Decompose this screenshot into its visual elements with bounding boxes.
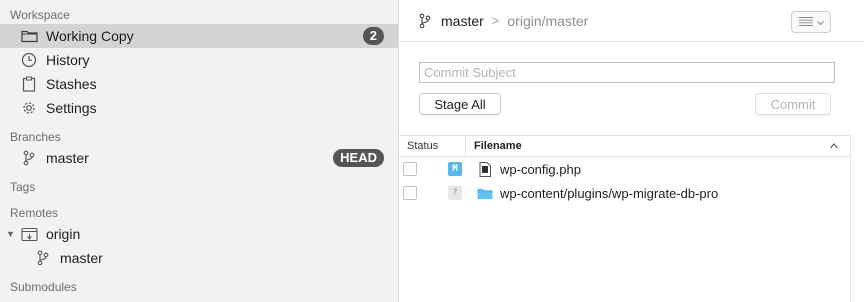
branch-icon xyxy=(20,149,38,167)
branch-icon xyxy=(419,13,433,29)
table-edge xyxy=(850,135,851,302)
folder-icon xyxy=(477,185,493,201)
current-branch[interactable]: master xyxy=(441,13,484,29)
clipboard-icon xyxy=(20,75,38,93)
table-row[interactable]: ? wp-content/plugins/wp-migrate-db-pro xyxy=(399,181,850,205)
changes-count-badge: 2 xyxy=(362,27,384,45)
status-badge: M xyxy=(448,162,462,176)
main-pane: master > origin/master Stage All Commit … xyxy=(399,0,864,302)
remote-icon xyxy=(20,225,38,243)
file-table-header: Status Filename xyxy=(399,135,850,157)
stage-checkbox[interactable] xyxy=(403,162,417,176)
sidebar-item-label: master xyxy=(46,150,89,166)
branch-icon xyxy=(34,249,52,267)
section-tags[interactable]: Tags xyxy=(10,180,35,194)
commit-subject-input[interactable] xyxy=(419,62,835,83)
sidebar-item-label: origin xyxy=(46,226,81,242)
sidebar-item-branch-master[interactable]: master HEAD xyxy=(0,146,398,170)
clock-icon xyxy=(20,51,38,69)
php-file-icon xyxy=(477,161,493,177)
sidebar-item-stashes[interactable]: Stashes xyxy=(0,72,398,96)
sidebar-item-working-copy[interactable]: Working Copy 2 xyxy=(0,24,398,48)
sidebar-item-label: History xyxy=(46,52,90,68)
view-options-button[interactable] xyxy=(791,11,831,33)
sidebar-item-label: Settings xyxy=(46,100,97,116)
sort-ascending-icon[interactable] xyxy=(830,141,838,152)
gear-icon xyxy=(20,99,38,117)
breadcrumb-separator: > xyxy=(491,13,500,28)
section-remotes: Remotes xyxy=(10,206,59,220)
branch-header: master > origin/master xyxy=(399,0,864,42)
sidebar: Workspace Working Copy 2 History Stashes… xyxy=(0,0,398,302)
column-filename[interactable]: Filename xyxy=(474,140,522,152)
upstream-branch[interactable]: origin/master xyxy=(507,13,588,29)
chevron-down-icon xyxy=(816,13,824,31)
folder-icon xyxy=(20,27,38,45)
stage-checkbox[interactable] xyxy=(403,186,417,200)
head-badge: HEAD xyxy=(333,149,384,167)
sidebar-item-label: Stashes xyxy=(46,76,97,92)
section-submodules: Submodules xyxy=(10,280,77,294)
sidebar-item-history[interactable]: History xyxy=(0,48,398,72)
status-badge: ? xyxy=(448,186,462,200)
table-row[interactable]: M wp-config.php xyxy=(399,157,850,181)
file-name: wp-content/plugins/wp-migrate-db-pro xyxy=(500,185,719,201)
sidebar-item-remote-origin[interactable]: ▼ origin xyxy=(0,222,398,246)
column-status[interactable]: Status xyxy=(407,140,438,152)
sidebar-item-label: master xyxy=(60,250,103,266)
section-branches: Branches xyxy=(10,130,61,144)
sidebar-item-remote-branch-master[interactable]: master xyxy=(0,246,398,270)
commit-button[interactable]: Commit xyxy=(755,93,831,115)
section-workspace: Workspace xyxy=(10,8,70,22)
column-divider[interactable] xyxy=(465,136,466,156)
disclosure-triangle-icon[interactable]: ▼ xyxy=(6,229,15,239)
stage-all-button[interactable]: Stage All xyxy=(419,93,501,115)
sidebar-item-label: Working Copy xyxy=(46,28,134,44)
list-view-icon xyxy=(798,13,813,31)
sidebar-item-settings[interactable]: Settings xyxy=(0,96,398,120)
file-name: wp-config.php xyxy=(500,161,581,177)
